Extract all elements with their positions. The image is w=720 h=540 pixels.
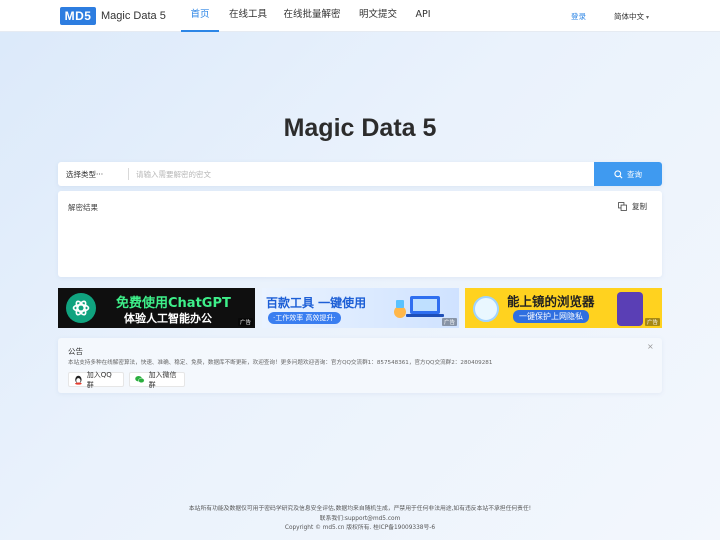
chatgpt-logo-icon bbox=[66, 293, 96, 323]
banner-tools[interactable]: 百款工具 一键使用 ·工作效率 高效提升· 广告 bbox=[262, 288, 459, 328]
query-button[interactable]: 查询 bbox=[594, 162, 662, 186]
language-select[interactable]: 简体中文 ▾ bbox=[614, 11, 649, 22]
ad-badge: 广告 bbox=[237, 318, 253, 326]
nav-item-batch-decrypt[interactable]: 在线批量解密 bbox=[283, 0, 341, 32]
join-wechat-group-label: 加入微信群 bbox=[148, 370, 177, 389]
footer-disclaimer: 本站所有功能及数据仅可用于密码学研究及信息安全评估,数据均来自随机生成，严禁用于… bbox=[188, 506, 532, 512]
banner-browser-subline: 一键保护上网隐私 bbox=[513, 310, 589, 323]
join-wechat-group-button[interactable]: 加入微信群 bbox=[129, 370, 185, 389]
join-qq-group-button[interactable]: 加入QQ群 bbox=[68, 370, 124, 389]
copy-button[interactable]: 复制 bbox=[618, 201, 647, 212]
top-navbar: MD5 Magic Data 5 首页 在线工具 在线批量解密 明文提交 API… bbox=[0, 0, 720, 32]
query-button-label: 查询 bbox=[627, 169, 642, 179]
nav-item-online-tools[interactable]: 在线工具 bbox=[227, 0, 269, 32]
banner-tools-headline: 百款工具 一键使用 bbox=[266, 296, 367, 310]
announcement-panel: 公告 × 本站支持多种在线解密算法，快速、准确、稳定、免费，数据库不断更新，欢迎… bbox=[58, 338, 662, 393]
ad-badge: 广告 bbox=[441, 318, 457, 326]
copy-icon bbox=[618, 202, 627, 211]
banner-tools-subline: ·工作效率 高效提升· bbox=[268, 312, 341, 324]
laptop-illustration-icon bbox=[394, 296, 444, 318]
close-icon[interactable]: × bbox=[647, 342, 654, 351]
search-bar: 选择类型··· 查询 bbox=[58, 162, 662, 186]
result-label: 解密结果 bbox=[68, 203, 98, 212]
search-divider bbox=[128, 168, 129, 180]
phone-icon bbox=[617, 292, 643, 326]
ciphertext-input[interactable] bbox=[136, 166, 586, 182]
logo-text: Magic Data 5 bbox=[101, 10, 166, 22]
ad-badge: 广告 bbox=[644, 318, 660, 326]
logo-mark: MD5 bbox=[60, 7, 96, 25]
nav-item-plaintext-submit[interactable]: 明文提交 bbox=[357, 0, 399, 32]
copy-label: 复制 bbox=[632, 202, 647, 211]
login-link[interactable]: 登录 bbox=[571, 11, 586, 22]
banner-browser[interactable]: 能上镜的浏览器 一键保护上网隐私 广告 bbox=[465, 288, 662, 328]
language-label: 简体中文 bbox=[614, 12, 644, 21]
banner-chatgpt-subline: 体验人工智能办公 bbox=[124, 312, 212, 325]
chevron-down-icon: ▾ bbox=[646, 14, 650, 21]
wechat-icon bbox=[135, 375, 145, 384]
footer-copyright: Copyright © md5.cn 版权所有. 桂ICP备19009338号-… bbox=[284, 525, 436, 531]
result-panel: 解密结果 复制 bbox=[58, 191, 662, 277]
hash-type-select[interactable]: 选择类型··· bbox=[66, 169, 103, 180]
logo[interactable]: MD5 Magic Data 5 bbox=[60, 7, 166, 25]
join-qq-group-label: 加入QQ群 bbox=[86, 370, 112, 389]
banner-chatgpt[interactable]: 免费使用ChatGPT 体验人工智能办公 广告 bbox=[58, 288, 255, 328]
banner-chatgpt-headline: 免费使用ChatGPT bbox=[116, 296, 231, 311]
banner-browser-headline: 能上镜的浏览器 bbox=[507, 294, 595, 309]
footer-contact[interactable]: 联系我们:support@md5.com bbox=[0, 513, 720, 522]
nav-item-home[interactable]: 首页 bbox=[181, 0, 219, 32]
qq-penguin-icon bbox=[75, 375, 82, 385]
search-icon bbox=[614, 169, 623, 178]
announcement-title: 公告 bbox=[68, 347, 83, 356]
nav-item-api[interactable]: API bbox=[412, 0, 434, 32]
page-title: Magic Data 5 bbox=[283, 114, 437, 142]
announcement-text: 本站支持多种在线解密算法，快速、准确、稳定、免费，数据库不断更新，欢迎查询！更多… bbox=[68, 360, 493, 366]
face-avatar-icon bbox=[473, 296, 499, 322]
